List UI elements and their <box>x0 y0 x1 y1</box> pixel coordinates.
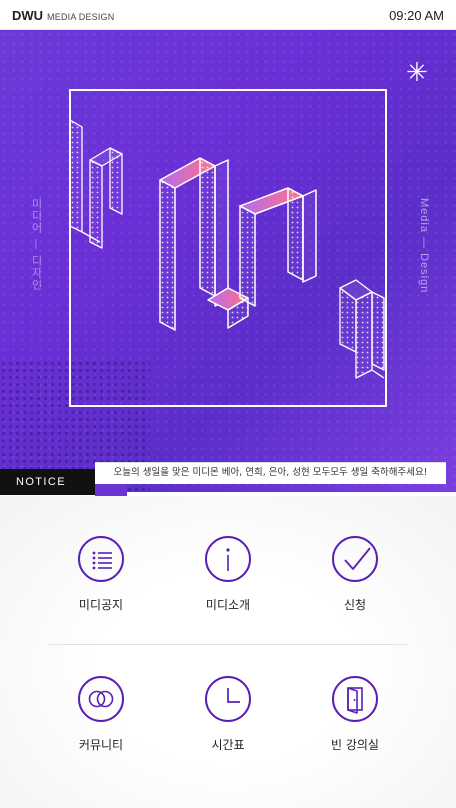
menu-item-notices[interactable]: 미디공지 <box>46 536 156 613</box>
menu-item-apply[interactable]: 신청 <box>300 536 410 613</box>
menu-label: 미디공지 <box>78 598 124 612</box>
sparkle-icon: ✳ <box>406 58 428 88</box>
hero-banner: 미디어 — 디자인 Media — Design ✳ <box>0 30 456 492</box>
menu-item-about[interactable]: 미디소개 <box>173 536 283 613</box>
hero-illustration <box>69 89 387 407</box>
menu-label: 커뮤니티 <box>78 738 124 752</box>
ribbon-left <box>69 119 123 249</box>
status-bar: DWU MEDIA DESIGN 09:20 AM <box>0 0 456 30</box>
menu-label: 신청 <box>343 598 367 612</box>
list-icon <box>78 536 124 582</box>
info-icon <box>205 536 251 582</box>
status-time: 09:20 AM <box>389 8 444 23</box>
menu-divider <box>48 644 408 645</box>
main-menu: 미디공지 미디소개 신청 커뮤니티 시간표 빈 강의실 <box>0 496 456 808</box>
check-icon <box>332 536 378 582</box>
ribbon-right <box>339 279 385 379</box>
door-icon <box>332 676 378 722</box>
notice-accent <box>95 484 127 496</box>
rings-icon <box>78 676 124 722</box>
menu-label: 미디소개 <box>205 598 251 612</box>
notice-tab[interactable]: NOTICE <box>0 469 95 495</box>
notice-bar[interactable]: NOTICE 오늘의 생일을 맞은 미디몬 베아, 연희, 은아, 성현 모두모… <box>0 462 456 496</box>
clock-icon <box>205 676 251 722</box>
brand-logo: DWU MEDIA DESIGN <box>12 8 114 23</box>
brand-name: DWU <box>12 8 44 23</box>
hero-vertical-text-en: Media — Design <box>418 198 430 294</box>
menu-label: 시간표 <box>211 738 245 752</box>
notice-message[interactable]: 오늘의 생일을 맞은 미디몬 베아, 연희, 은아, 성현 모두모두 생일 축하… <box>95 462 446 484</box>
brand-subtitle: MEDIA DESIGN <box>47 12 115 22</box>
menu-label: 빈 강의실 <box>331 738 379 752</box>
menu-item-timetable[interactable]: 시간표 <box>173 676 283 753</box>
menu-item-community[interactable]: 커뮤니티 <box>46 676 156 753</box>
ribbon-main <box>159 157 317 331</box>
menu-item-empty-classroom[interactable]: 빈 강의실 <box>300 676 410 753</box>
hero-vertical-text-ko: 미디어 — 디자인 <box>30 198 43 291</box>
